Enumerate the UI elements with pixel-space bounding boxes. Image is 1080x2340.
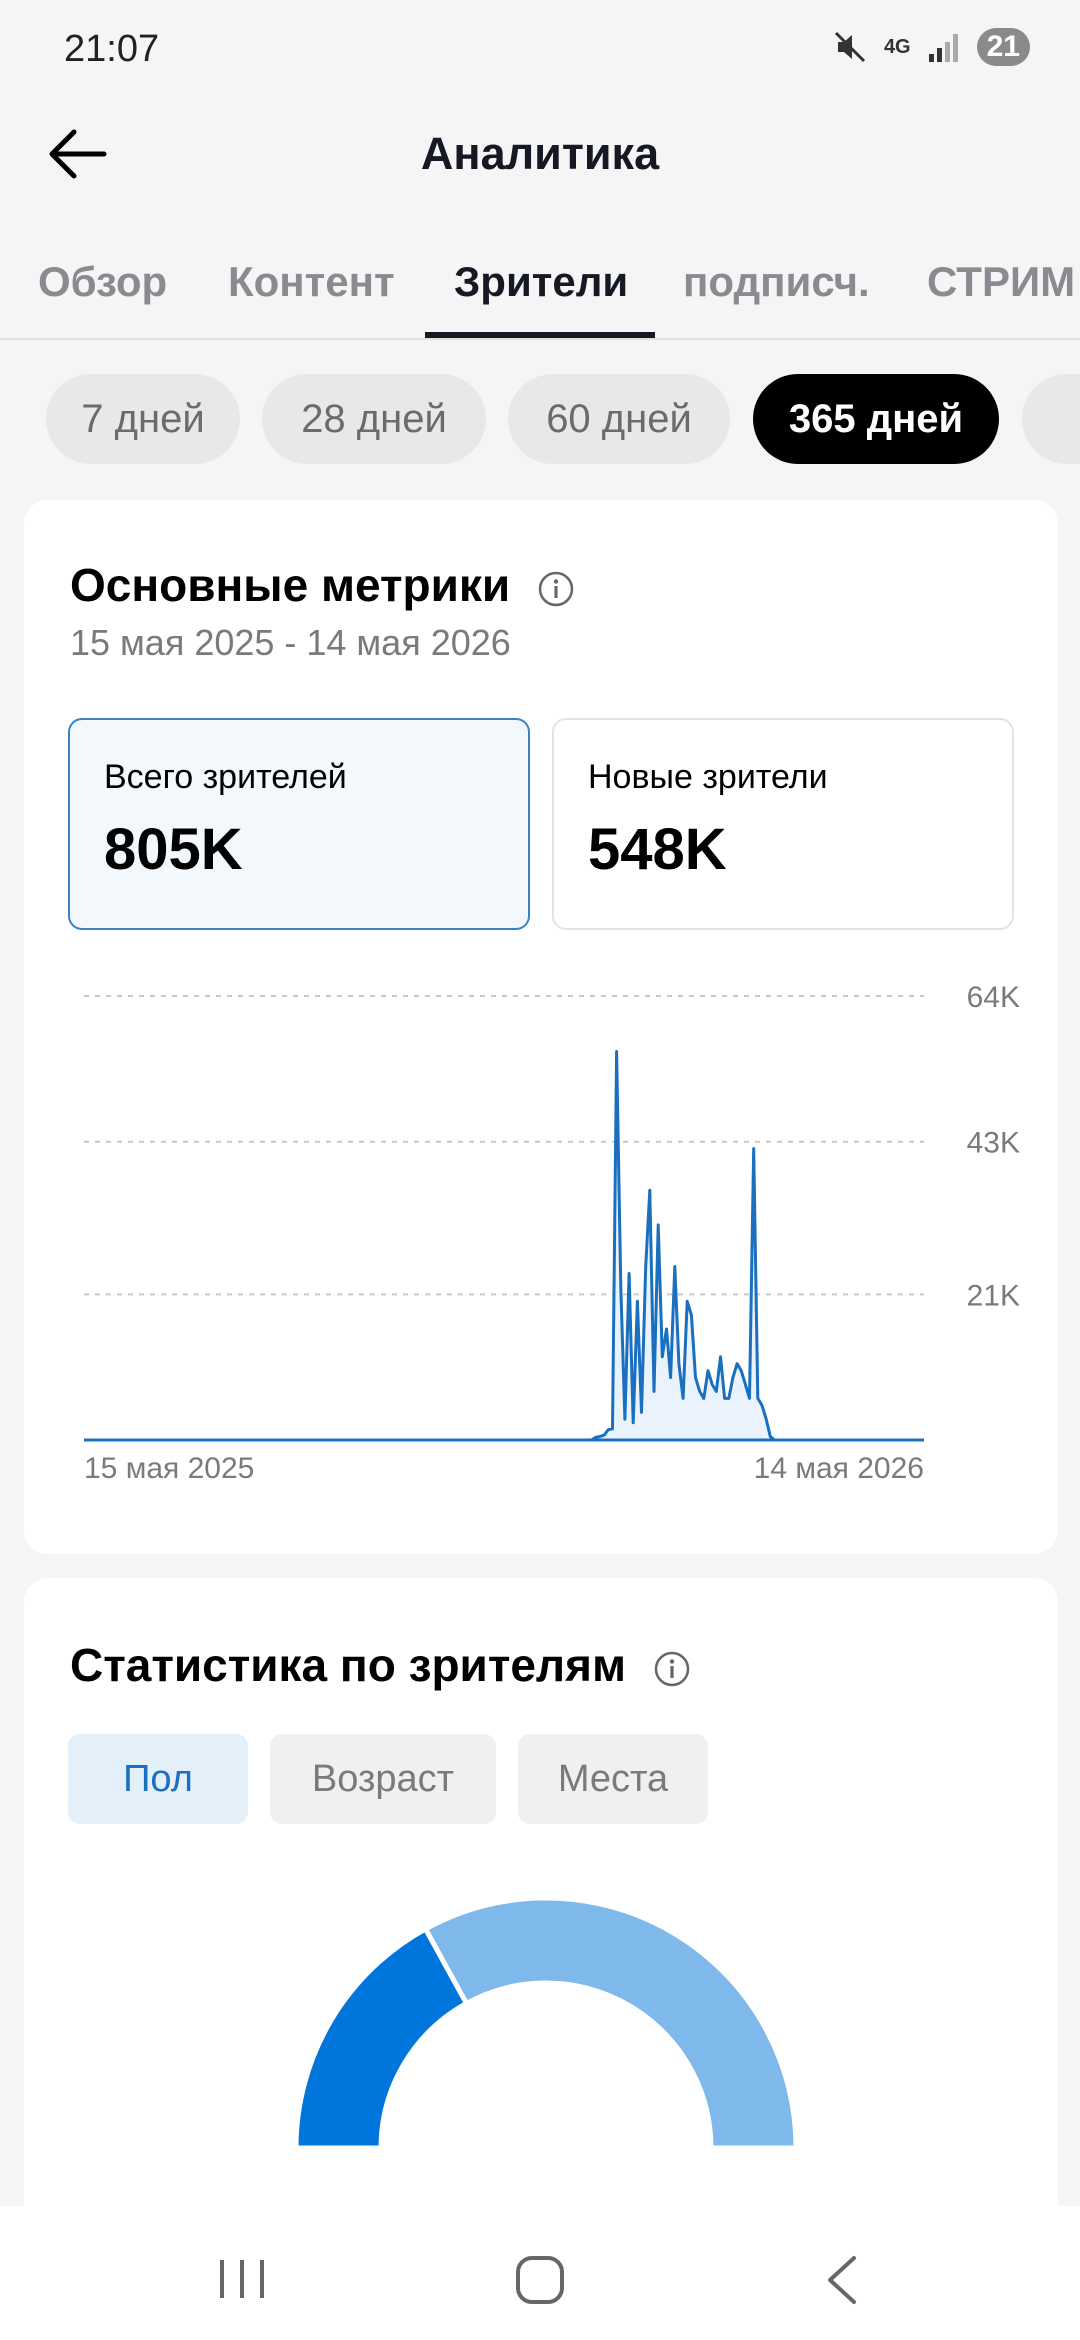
period-7-days[interactable]: 7 дней	[46, 374, 240, 464]
gender-donut-chart	[293, 1895, 799, 2151]
viewer-stats-title-text: Статистика по зрителям	[70, 1639, 627, 1691]
period-365-days[interactable]: 365 дней	[753, 374, 999, 464]
info-icon[interactable]	[537, 570, 575, 608]
active-tab-indicator	[425, 332, 655, 338]
key-metrics-title: Основные метрики	[70, 558, 575, 612]
system-nav-bar	[0, 2206, 1080, 2340]
status-time: 21:07	[64, 28, 160, 70]
x-tick-label-start: 15 мая 2025	[84, 1452, 254, 1485]
analytics-tabs: Обзор Контент Зрители подписч. СТРИМ	[0, 230, 1080, 340]
back-nav-icon[interactable]	[818, 2252, 868, 2308]
period-selector: 7 дней 28 дней 60 дней 365 дней	[0, 374, 1080, 468]
new-viewers-label: Новые зрители	[588, 758, 828, 796]
y-tick-label: 64K	[967, 981, 1020, 1014]
stats-tab-locations[interactable]: Места	[518, 1734, 708, 1824]
stats-tab-gender[interactable]: Пол	[68, 1734, 248, 1824]
tab-live[interactable]: СТРИМ	[927, 258, 1075, 306]
network-type: 4G	[883, 36, 911, 58]
tab-content[interactable]: Контент	[228, 258, 395, 306]
status-bar: 21:07 4G 21	[0, 0, 1080, 100]
period-more[interactable]	[1022, 374, 1080, 464]
viewer-stats-title: Статистика по зрителям	[70, 1638, 691, 1692]
total-viewers-label: Всего зрителей	[104, 758, 347, 796]
key-metrics-title-text: Основные метрики	[70, 559, 511, 611]
total-viewers-metric[interactable]: Всего зрителей 805K	[68, 718, 530, 930]
tab-followers[interactable]: подписч.	[683, 258, 870, 306]
new-viewers-metric[interactable]: Новые зрители 548K	[552, 718, 1014, 930]
total-viewers-value: 805K	[104, 817, 243, 882]
mute-icon	[834, 31, 865, 63]
donut-slice-1[interactable]	[422, 1895, 799, 2151]
app-header: Аналитика	[0, 110, 1080, 200]
y-tick-label: 43K	[967, 1127, 1020, 1160]
signal-icon	[928, 34, 958, 62]
recent-apps-icon[interactable]	[212, 2254, 272, 2304]
battery-indicator: 21	[976, 28, 1030, 66]
tab-viewers[interactable]: Зрители	[454, 258, 628, 306]
period-60-days[interactable]: 60 дней	[508, 374, 730, 464]
viewers-area-fill	[84, 1051, 924, 1440]
date-range: 15 мая 2025 - 14 мая 2026	[70, 622, 511, 663]
x-tick-label-end: 14 мая 2026	[754, 1452, 924, 1485]
stats-tab-age[interactable]: Возраст	[270, 1734, 496, 1824]
viewer-stats-card: Статистика по зрителям Пол Возраст Места	[24, 1578, 1058, 2258]
info-icon[interactable]	[653, 1650, 691, 1688]
viewers-series-line	[84, 1050, 924, 1442]
viewers-line-chart[interactable]: 64K 43K 21K 15 мая 2025 14 мая 2026	[24, 980, 1058, 1500]
page-title: Аналитика	[420, 128, 660, 179]
tab-overview[interactable]: Обзор	[38, 258, 167, 306]
period-28-days[interactable]: 28 дней	[262, 374, 486, 464]
home-icon[interactable]	[512, 2252, 568, 2308]
y-tick-label: 21K	[967, 1279, 1020, 1312]
key-metrics-card: Основные метрики 15 мая 2025 - 14 мая 20…	[24, 500, 1058, 1554]
new-viewers-value: 548K	[588, 817, 727, 882]
status-icons: 4G 21	[832, 28, 1030, 66]
